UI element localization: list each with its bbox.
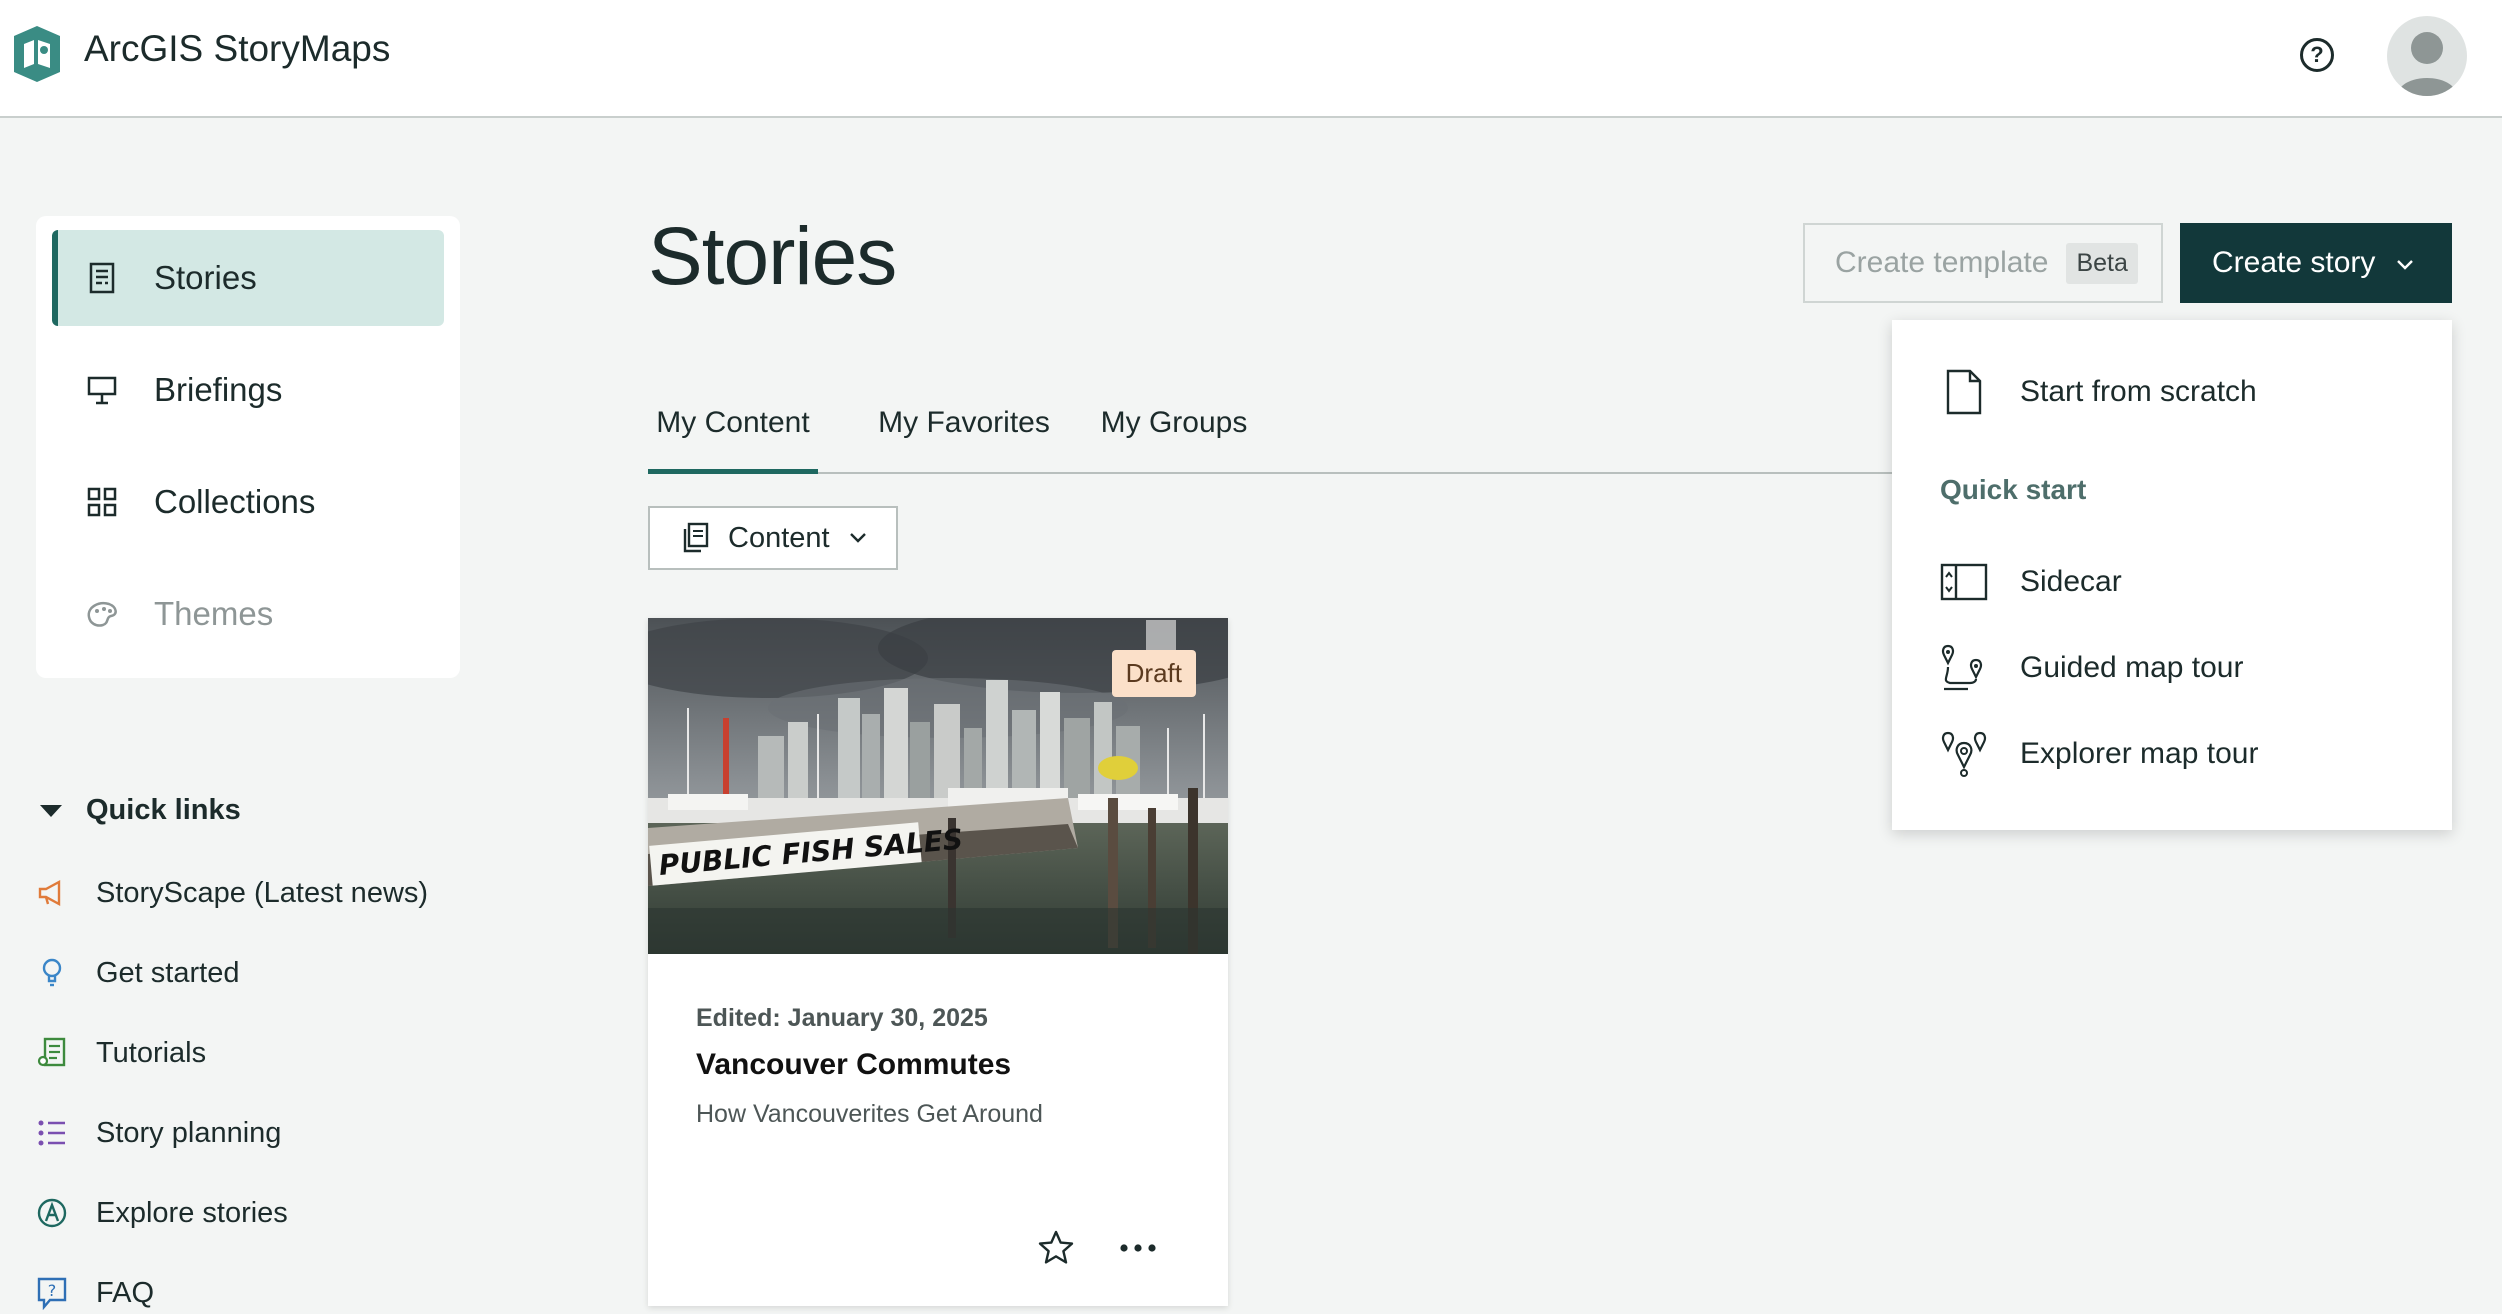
- grid-icon: [82, 482, 122, 522]
- quick-links-toggle[interactable]: Quick links: [36, 794, 241, 827]
- copy-documents-icon: [680, 521, 710, 555]
- sidebar-item-label: Stories: [154, 259, 257, 296]
- tab-label: My Favorites: [878, 406, 1050, 439]
- more-options-icon[interactable]: [1114, 1230, 1162, 1266]
- list-icon: [36, 1115, 68, 1151]
- blank-page-icon: [1940, 366, 1988, 418]
- draft-badge: Draft: [1111, 650, 1196, 697]
- palette-icon: [82, 594, 122, 634]
- help-icon[interactable]: ?: [2300, 38, 2334, 72]
- chevron-down-icon: [848, 531, 868, 545]
- beta-badge: Beta: [2066, 242, 2138, 284]
- create-story-label: Create story: [2212, 246, 2376, 279]
- tab-my-groups[interactable]: My Groups: [1094, 406, 1254, 474]
- content-type-select[interactable]: Content: [648, 506, 898, 570]
- menu-item-guided-map-tour[interactable]: Guided map tour: [1940, 638, 2243, 698]
- svg-text:?: ?: [48, 1281, 57, 1300]
- menu-item-label: Explorer map tour: [2020, 737, 2259, 770]
- sidecar-icon: [1940, 556, 1988, 608]
- compass-icon: [36, 1195, 68, 1231]
- quick-link-faq[interactable]: ? FAQ: [36, 1268, 154, 1314]
- create-story-menu: Start from scratch Quick start Sidecar G…: [1892, 320, 2452, 830]
- create-story-button[interactable]: Create story: [2180, 223, 2452, 303]
- sidebar-item-briefings[interactable]: Briefings: [52, 342, 444, 438]
- sidebar-item-stories[interactable]: Stories: [52, 230, 444, 326]
- story-card[interactable]: PUBLIC FISH SALES Draft Edited: January …: [648, 618, 1228, 1306]
- sidebar-nav: Stories Briefings Collections Themes: [36, 216, 460, 678]
- create-template-label: Create template: [1835, 246, 2049, 279]
- quick-links-heading: Quick links: [86, 794, 241, 826]
- presentation-icon: [82, 370, 122, 410]
- quick-start-heading: Quick start: [1940, 474, 2087, 505]
- user-avatar[interactable]: [2387, 16, 2467, 96]
- quick-link-explore-stories[interactable]: Explore stories: [36, 1188, 288, 1238]
- tab-my-content[interactable]: My Content: [648, 406, 818, 474]
- content-tabs: My Content My Favorites My Groups: [648, 392, 1893, 474]
- sidebar-item-label: Briefings: [154, 371, 283, 408]
- card-title[interactable]: Vancouver Commutes: [696, 1048, 1011, 1082]
- tutorial-doc-icon: [36, 1035, 68, 1071]
- explorer-tour-icon: [1940, 728, 1988, 780]
- chevron-down-icon: [2395, 246, 2415, 280]
- lightbulb-icon: [36, 955, 68, 991]
- menu-item-label: Sidecar: [2020, 565, 2122, 598]
- storymaps-logo-icon[interactable]: [8, 22, 66, 86]
- card-subtitle: How Vancouverites Get Around: [696, 1100, 1043, 1128]
- quick-link-label: Tutorials: [96, 1036, 207, 1069]
- menu-item-explorer-map-tour[interactable]: Explorer map tour: [1940, 724, 2258, 784]
- caret-down-icon: [40, 804, 62, 817]
- quick-link-label: Story planning: [96, 1116, 282, 1149]
- quick-link-label: Get started: [96, 956, 240, 989]
- quick-link-label: FAQ: [96, 1276, 155, 1309]
- favorite-star-icon[interactable]: [1036, 1228, 1076, 1268]
- sidebar-item-label: Themes: [154, 595, 274, 632]
- app-header: ArcGIS StoryMaps ?: [0, 0, 2502, 118]
- sidebar-item-themes[interactable]: Themes: [52, 566, 444, 662]
- sidebar-item-label: Collections: [154, 483, 316, 520]
- content-select-value: Content: [728, 521, 830, 554]
- quick-link-label: Explore stories: [96, 1196, 288, 1229]
- menu-item-sidecar[interactable]: Sidecar: [1940, 552, 2122, 612]
- megaphone-icon: [36, 875, 68, 911]
- create-template-button[interactable]: Create template Beta: [1803, 223, 2163, 303]
- quick-link-label: StoryScape (Latest news): [96, 876, 429, 909]
- quick-link-get-started[interactable]: Get started: [36, 948, 239, 998]
- tab-my-favorites[interactable]: My Favorites: [874, 406, 1054, 474]
- page-title: Stories: [648, 211, 897, 302]
- card-edited-date: Edited: January 30, 2025: [696, 1004, 988, 1032]
- document-icon: [82, 258, 122, 298]
- story-thumbnail[interactable]: PUBLIC FISH SALES Draft: [648, 618, 1228, 954]
- quick-link-storyscape[interactable]: StoryScape (Latest news): [36, 868, 428, 918]
- tab-label: My Content: [656, 406, 810, 439]
- quick-link-story-planning[interactable]: Story planning: [36, 1108, 281, 1158]
- menu-item-label: Start from scratch: [2020, 375, 2257, 408]
- sidebar-item-collections[interactable]: Collections: [52, 454, 444, 550]
- tab-label: My Groups: [1100, 406, 1248, 439]
- app-title[interactable]: ArcGIS StoryMaps: [84, 28, 390, 70]
- guided-tour-icon: [1940, 642, 1988, 694]
- question-bubble-icon: ?: [36, 1275, 68, 1311]
- menu-item-start-from-scratch[interactable]: Start from scratch: [1940, 362, 2257, 422]
- quick-link-tutorials[interactable]: Tutorials: [36, 1028, 206, 1078]
- menu-item-label: Guided map tour: [2020, 651, 2244, 684]
